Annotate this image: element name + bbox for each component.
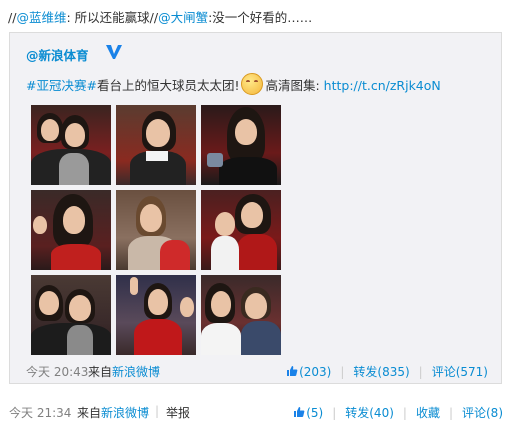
photo-7[interactable]: [31, 275, 111, 355]
divider: |: [155, 404, 160, 418]
post-footer: 今天 21:34 来自新浪微博 | 举报 (5) | 转发(40) | 收藏 | 评论(8): [9, 404, 503, 420]
original-text-gallery: 高清图集:: [265, 78, 320, 93]
original-time-link[interactable]: 今天 20:43: [26, 363, 88, 380]
original-footer: 今天 20:43 来自新浪微博 (203) | 转发(835) | 评论(571): [26, 363, 488, 379]
original-comment-button[interactable]: 评论(571): [432, 365, 488, 379]
smile-emoji-icon: [241, 73, 264, 95]
repost-button[interactable]: 转发(40): [345, 406, 394, 420]
thumbs-up-icon: [287, 366, 298, 376]
photo-1[interactable]: [31, 105, 111, 185]
comment-button[interactable]: 评论(8): [462, 406, 503, 420]
photo-6[interactable]: [201, 190, 281, 270]
original-actions: (203) | 转发(835) | 评论(571): [286, 363, 488, 380]
original-source-prefix: 来自: [88, 365, 113, 379]
original-text: #亚冠决赛#看台上的恒大球员太太团! 高清图集: http://t.cn/zRjk…: [26, 73, 441, 95]
like-count: (5): [306, 406, 324, 420]
post-actions: (5) | 转发(40) | 收藏 | 评论(8): [293, 404, 503, 421]
photo-8[interactable]: [116, 275, 196, 355]
original-like-count: (203): [299, 365, 332, 379]
thumbs-up-icon: [294, 407, 305, 417]
divider: |: [340, 365, 345, 379]
photo-grid: [31, 105, 281, 355]
original-source: 来自新浪微博: [88, 363, 160, 380]
like-button[interactable]: (5): [293, 406, 323, 420]
report-link[interactable]: 举报: [166, 404, 190, 421]
favorite-button[interactable]: 收藏: [416, 406, 440, 420]
photo-2[interactable]: [116, 105, 196, 185]
gallery-url-link[interactable]: http://t.cn/zRjk4oN: [324, 78, 441, 93]
repost-text: //@蓝维维: 所以还能赢球//@大闸蟹:没一个好看的……: [8, 7, 312, 26]
divider: |: [402, 406, 407, 420]
original-post: @新浪体育 #亚冠决赛#看台上的恒大球员太太团! 高清图集: http://t.c…: [9, 32, 502, 384]
post-source: 来自新浪微博: [77, 404, 149, 421]
original-author-link[interactable]: @新浪体育: [26, 45, 89, 64]
divider: |: [418, 365, 423, 379]
photo-9[interactable]: [201, 275, 281, 355]
user-link-lanweiwei[interactable]: @蓝维维: [16, 10, 66, 25]
repost-text-2: :没一个好看的……: [208, 10, 313, 25]
hashtag-link[interactable]: #亚冠决赛#: [26, 78, 97, 93]
photo-3[interactable]: [201, 105, 281, 185]
photo-5[interactable]: [116, 190, 196, 270]
divider: |: [332, 406, 337, 420]
user-link-dazhaxie[interactable]: @大闸蟹: [158, 10, 208, 25]
original-repost-button[interactable]: 转发(835): [353, 365, 409, 379]
post-source-prefix: 来自: [77, 406, 102, 420]
repost-text-1: : 所以还能赢球//: [66, 10, 159, 25]
divider: |: [448, 406, 453, 420]
original-source-link[interactable]: 新浪微博: [112, 365, 160, 379]
photo-4[interactable]: [31, 190, 111, 270]
post-source-link[interactable]: 新浪微博: [101, 406, 149, 420]
original-like-button[interactable]: (203): [286, 365, 331, 379]
verified-icon[interactable]: [105, 44, 123, 60]
original-text-body: 看台上的恒大球员太太团!: [96, 78, 240, 93]
post-time-link[interactable]: 今天 21:34: [9, 404, 71, 421]
